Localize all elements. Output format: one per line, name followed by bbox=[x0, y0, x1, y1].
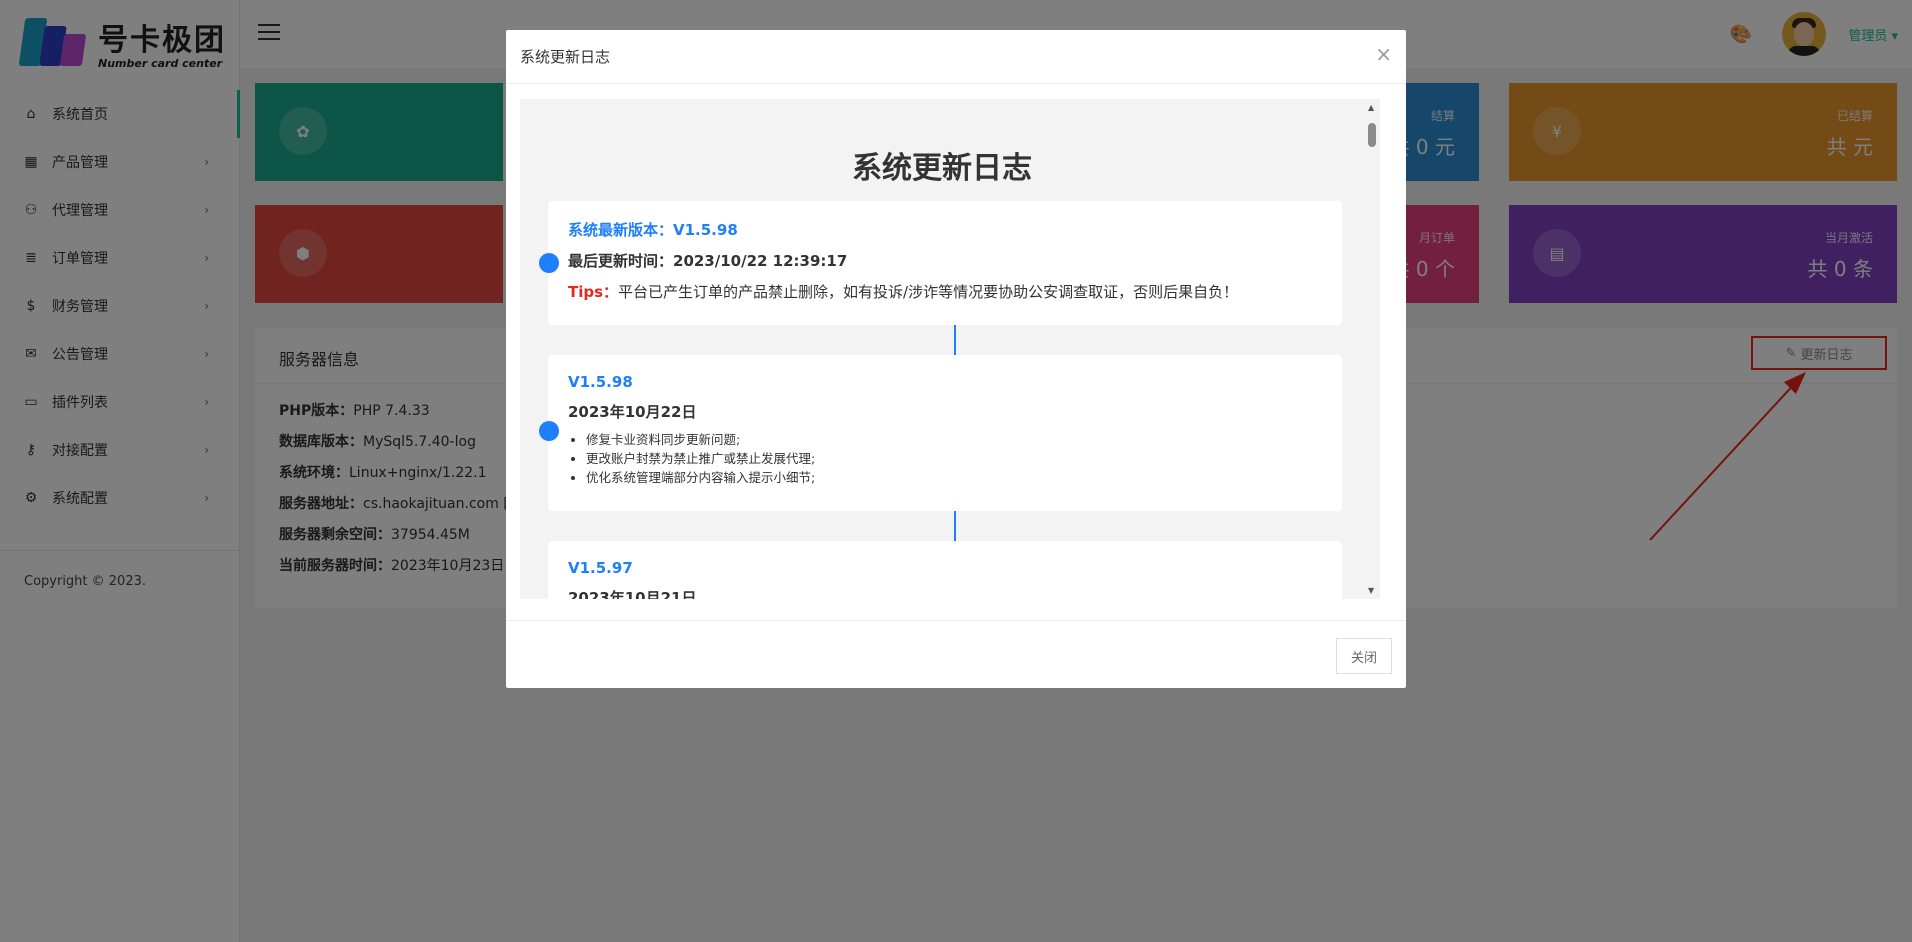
close-button[interactable]: 关闭 bbox=[1336, 638, 1392, 674]
timeline-line bbox=[954, 511, 956, 541]
close-icon[interactable]: × bbox=[1375, 42, 1392, 66]
scrollbar[interactable]: ▲ ▼ bbox=[1364, 99, 1380, 599]
scrollbar-thumb[interactable] bbox=[1368, 123, 1376, 147]
changelog-entry: V1.5.97 2023年10月21日 bbox=[548, 541, 1342, 599]
timeline-line bbox=[954, 325, 956, 355]
changelog-entry: V1.5.98 2023年10月22日 修复卡业资料同步更新问题; 更改账户封禁… bbox=[539, 355, 1342, 511]
changelog-content[interactable]: 系统更新日志 系统最新版本：V1.5.98 最后更新时间：2023/10/22 … bbox=[520, 99, 1380, 599]
entry-date: 2023年10月21日 bbox=[568, 589, 697, 599]
changelog-heading: 系统更新日志 bbox=[852, 151, 1032, 186]
changelog-modal: 系统更新日志 × 系统更新日志 系统最新版本：V1.5.98 最后更新时间：20… bbox=[506, 30, 1406, 688]
list-item: 更改账户封禁为禁止推广或禁止发展代理; bbox=[586, 449, 1322, 468]
timeline-dot bbox=[539, 253, 559, 273]
scroll-up-icon[interactable]: ▲ bbox=[1368, 103, 1374, 112]
tips: Tips：平台已产生订单的产品禁止删除，如有投诉/涉诈等情况要协助公安调查取证，… bbox=[568, 281, 1322, 302]
latest-version-card: 系统最新版本：V1.5.98 最后更新时间：2023/10/22 12:39:1… bbox=[539, 201, 1342, 325]
list-item: 优化系统管理端部分内容输入提示小细节; bbox=[586, 468, 1322, 487]
last-updated: 最后更新时间：2023/10/22 12:39:17 bbox=[568, 252, 848, 270]
entry-items: 修复卡业资料同步更新问题; 更改账户封禁为禁止推广或禁止发展代理; 优化系统管理… bbox=[568, 430, 1322, 487]
entry-date: 2023年10月22日 bbox=[568, 403, 697, 421]
list-item: 修复卡业资料同步更新问题; bbox=[586, 430, 1322, 449]
timeline-dot bbox=[539, 421, 559, 441]
scroll-down-icon[interactable]: ▼ bbox=[1368, 586, 1374, 595]
tips-text: 平台已产生订单的产品禁止删除，如有投诉/涉诈等情况要协助公安调查取证，否则后果自… bbox=[618, 283, 1239, 301]
latest-version: 系统最新版本：V1.5.98 bbox=[568, 221, 738, 239]
tips-label: Tips： bbox=[568, 283, 619, 301]
entry-version: V1.5.97 bbox=[568, 559, 633, 577]
entry-version: V1.5.98 bbox=[568, 373, 633, 391]
modal-title: 系统更新日志 bbox=[520, 48, 611, 66]
